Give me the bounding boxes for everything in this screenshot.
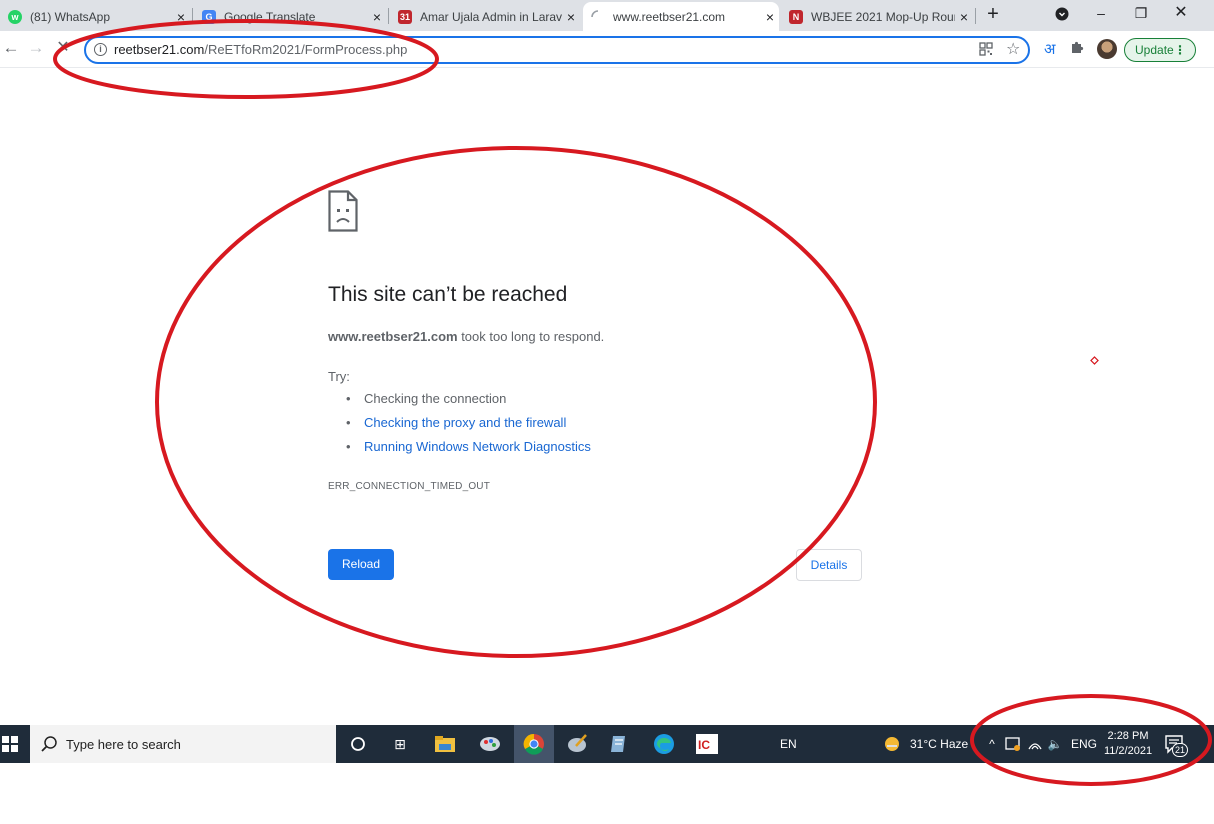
suggestion-check-proxy-link[interactable]: Checking the proxy and the firewall bbox=[346, 415, 591, 439]
site-info-icon[interactable]: i bbox=[94, 43, 107, 56]
paint-icon[interactable] bbox=[478, 732, 502, 756]
tab-reetbser21[interactable]: www.reetbser21.com × bbox=[583, 2, 779, 31]
clock-date: 11/2/2021 bbox=[1103, 745, 1153, 757]
sad-page-icon bbox=[328, 190, 358, 232]
tab-separator bbox=[975, 8, 976, 24]
tab-title: WBJEE 2021 Mop-Up Round bbox=[811, 9, 955, 24]
windows-taskbar: Type here to search ⊞ IC EN 31°C Haze ^ … bbox=[0, 725, 1214, 763]
address-bar[interactable]: i reetbser21.com/ReETfoRm2021/FormProces… bbox=[84, 36, 1030, 64]
suggestion-network-diagnostics-link[interactable]: Running Windows Network Diagnostics bbox=[346, 439, 591, 463]
qr-code-icon[interactable] bbox=[979, 42, 993, 56]
wifi-icon[interactable] bbox=[1026, 732, 1044, 756]
back-icon[interactable]: ← bbox=[0, 38, 22, 60]
action-center-icon[interactable]: 21 bbox=[1164, 734, 1188, 757]
close-tab-icon[interactable]: × bbox=[368, 9, 386, 25]
tab-amar-ujala[interactable]: 31 Amar Ujala Admin in Laravel × bbox=[390, 2, 580, 31]
stop-loading-icon[interactable]: ✕ bbox=[52, 38, 74, 60]
clock-time: 2:28 PM bbox=[1107, 730, 1149, 742]
close-window-icon[interactable]: ✕ bbox=[1170, 2, 1192, 26]
tab-whatsapp[interactable]: w (81) WhatsApp × bbox=[0, 2, 190, 31]
close-tab-icon[interactable]: × bbox=[761, 9, 779, 25]
restore-icon[interactable]: ❐ bbox=[1130, 2, 1152, 26]
task-view-icon[interactable]: ⊞ bbox=[388, 732, 412, 756]
search-placeholder: Type here to search bbox=[66, 737, 181, 752]
news-icon: N bbox=[789, 9, 803, 24]
suggestion-check-connection: Checking the connection bbox=[346, 391, 591, 415]
tab-separator bbox=[192, 8, 193, 24]
whatsapp-icon: w bbox=[8, 9, 22, 24]
error-message-suffix: took too long to respond. bbox=[457, 329, 605, 344]
input-language[interactable]: ENG bbox=[1071, 737, 1097, 751]
tab-strip: w (81) WhatsApp × G Google Translate × 3… bbox=[0, 0, 1214, 31]
notepad-icon[interactable] bbox=[607, 732, 631, 756]
tab-wbjee[interactable]: N WBJEE 2021 Mop-Up Round × bbox=[781, 2, 973, 31]
chrome-taskbar-icon[interactable] bbox=[514, 725, 554, 763]
windows-start-icon[interactable] bbox=[2, 736, 18, 752]
update-label: Update bbox=[1135, 43, 1174, 57]
url-path: /ReETfoRm2021/FormProcess.php bbox=[204, 42, 408, 57]
annotation-dot bbox=[1090, 356, 1099, 365]
try-label: Try: bbox=[328, 369, 350, 384]
weather-sun-icon[interactable] bbox=[882, 732, 902, 756]
weather-text[interactable]: 31°C Haze bbox=[910, 737, 968, 751]
translate-icon: G bbox=[202, 9, 216, 24]
meet-now-icon[interactable] bbox=[1004, 732, 1022, 756]
search-icon bbox=[41, 736, 57, 752]
close-tab-icon[interactable]: × bbox=[172, 9, 190, 25]
app-icon-red[interactable]: IC bbox=[695, 732, 719, 756]
tab-title: Google Translate bbox=[224, 9, 316, 24]
tab-search-icon[interactable] bbox=[1052, 2, 1072, 26]
volume-icon[interactable]: 🔈 bbox=[1046, 732, 1064, 756]
error-message: www.reetbser21.com took too long to resp… bbox=[328, 329, 604, 344]
loading-spinner-icon bbox=[591, 9, 605, 24]
reload-button[interactable]: Reload bbox=[328, 549, 394, 580]
close-tab-icon[interactable]: × bbox=[955, 9, 973, 25]
bookmark-star-icon[interactable]: ☆ bbox=[1006, 39, 1020, 59]
new-tab-button[interactable]: + bbox=[982, 2, 1004, 29]
extensions-puzzle-icon[interactable] bbox=[1070, 39, 1085, 57]
taskbar-clock[interactable]: 2:28 PM 11/2/2021 bbox=[1102, 729, 1154, 759]
error-title: This site can’t be reached bbox=[328, 283, 568, 306]
suggestion-list: Checking the connection Checking the pro… bbox=[346, 391, 591, 463]
language-indicator[interactable]: EN bbox=[780, 737, 797, 751]
tab-separator bbox=[388, 8, 389, 24]
annotation-overlay bbox=[53, 19, 1212, 786]
tab-title: Amar Ujala Admin in Laravel bbox=[420, 9, 562, 24]
update-button[interactable]: Update ⋮ bbox=[1124, 38, 1196, 62]
error-code: ERR_CONNECTION_TIMED_OUT bbox=[328, 481, 491, 492]
amar-ujala-icon: 31 bbox=[398, 9, 412, 24]
tab-google-translate[interactable]: G Google Translate × bbox=[194, 2, 386, 31]
error-host: www.reetbser21.com bbox=[328, 329, 458, 344]
show-hidden-icons-chevron-icon[interactable]: ^ bbox=[984, 732, 1000, 756]
tab-title: (81) WhatsApp bbox=[30, 9, 111, 24]
paint-3d-icon[interactable] bbox=[565, 732, 589, 756]
minimize-icon[interactable]: – bbox=[1090, 2, 1112, 26]
translate-extension-icon[interactable]: अ bbox=[1044, 39, 1055, 59]
url-host: reetbser21.com bbox=[114, 42, 205, 57]
profile-avatar[interactable] bbox=[1097, 39, 1117, 59]
edge-icon[interactable] bbox=[652, 732, 676, 756]
svg-text:IC: IC bbox=[698, 738, 710, 752]
cortana-icon[interactable] bbox=[346, 732, 370, 756]
tab-title: www.reetbser21.com bbox=[613, 9, 726, 24]
menu-kebab-icon[interactable]: ⋮ bbox=[1174, 39, 1186, 61]
taskbar-search-box[interactable]: Type here to search bbox=[30, 725, 336, 763]
address-url[interactable]: reetbser21.com/ReETfoRm2021/FormProcess.… bbox=[114, 42, 407, 57]
forward-icon[interactable]: → bbox=[25, 38, 47, 60]
notification-badge: 21 bbox=[1172, 743, 1188, 757]
close-tab-icon[interactable]: × bbox=[562, 9, 580, 25]
details-button[interactable]: Details bbox=[796, 549, 862, 581]
browser-toolbar: ← → ✕ i reetbser21.com/ReETfoRm2021/Form… bbox=[0, 31, 1214, 68]
file-explorer-icon[interactable] bbox=[433, 732, 457, 756]
